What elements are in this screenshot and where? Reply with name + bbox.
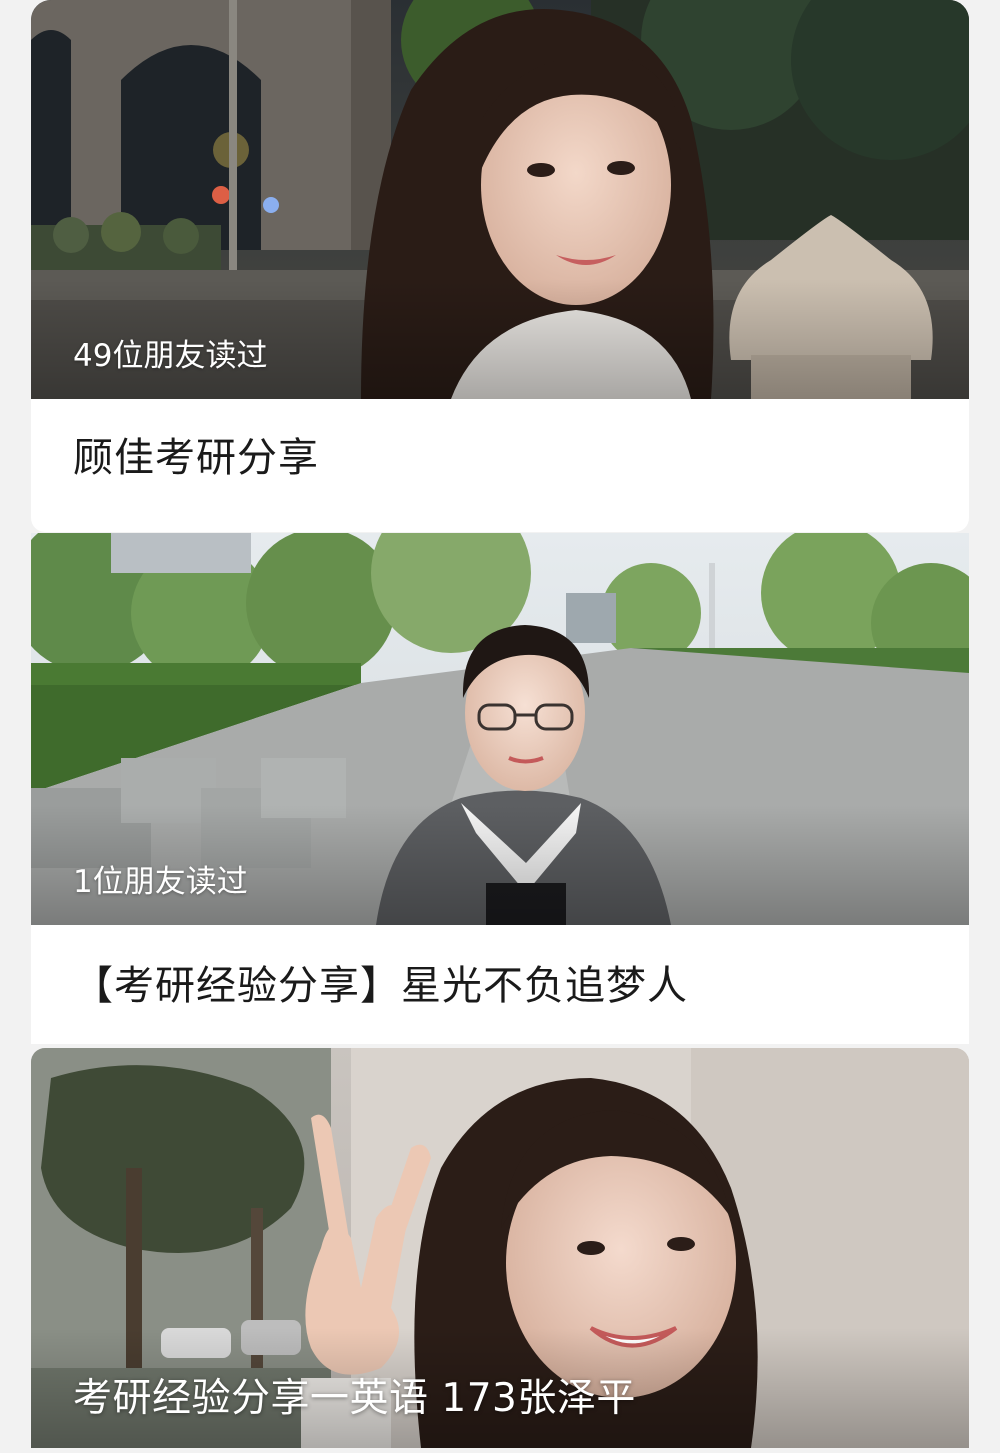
friends-read-count: 1位朋友读过 [73, 864, 248, 900]
article-cover-image[interactable]: 1位朋友读过 [31, 533, 969, 925]
friends-read-count: 49位朋友读过 [73, 338, 268, 374]
article-title[interactable]: 【考研经验分享】星光不负追梦人 [73, 966, 688, 1006]
article-feed: 49位朋友读过 顾佳考研分享 1位朋友读过 【考研经验分享】星光不负追梦人 考研… [0, 0, 1000, 1453]
article-card[interactable]: 1位朋友读过 【考研经验分享】星光不负追梦人 [31, 533, 969, 1044]
article-title[interactable]: 顾佳考研分享 [73, 438, 319, 478]
article-card[interactable]: 49位朋友读过 顾佳考研分享 [31, 0, 969, 532]
article-title[interactable]: 考研经验分享一英语 173张泽平 [73, 1379, 636, 1418]
article-cover-image[interactable]: 考研经验分享一英语 173张泽平 [31, 1048, 969, 1448]
article-card[interactable]: 考研经验分享一英语 173张泽平 [31, 1048, 969, 1448]
article-cover-image[interactable]: 49位朋友读过 [31, 0, 969, 399]
